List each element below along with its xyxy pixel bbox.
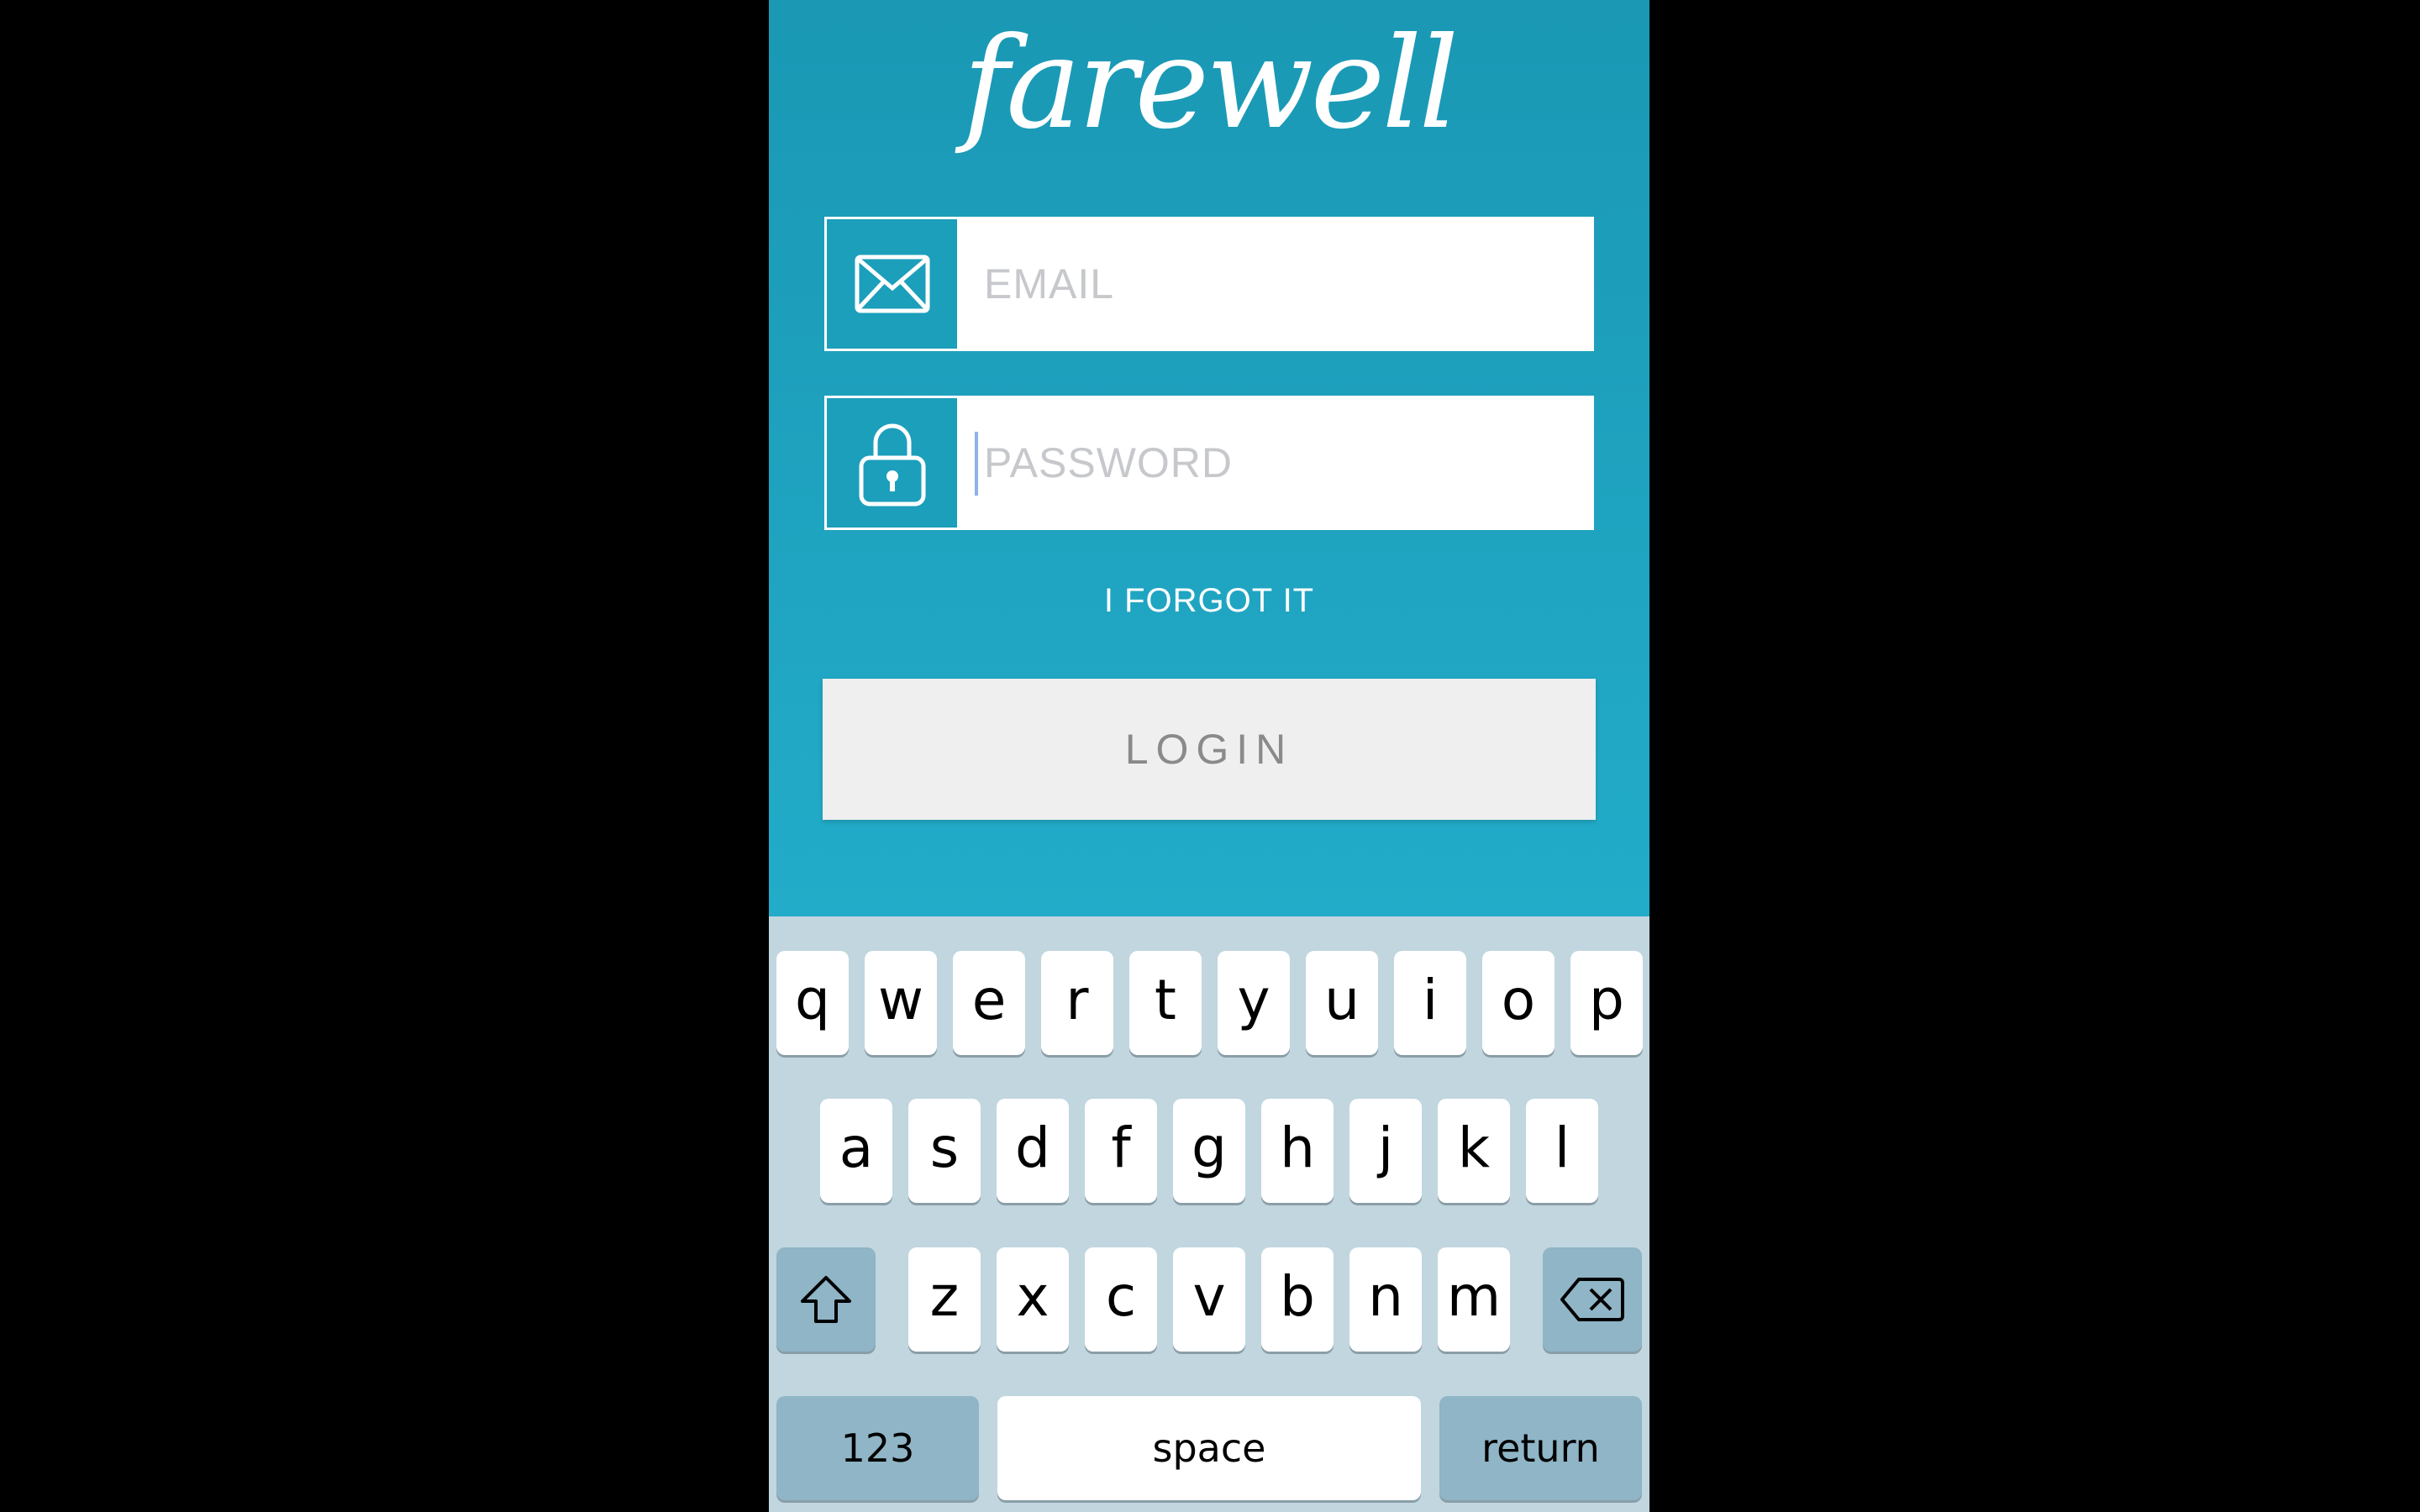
key-w[interactable]: w <box>865 951 937 1055</box>
screen: farewell EMAIL PASSWORD I FORGOT IT LOGI… <box>0 0 2420 1512</box>
key-i[interactable]: i <box>1394 951 1466 1055</box>
email-icon-box <box>827 219 957 349</box>
lock-icon <box>859 423 925 507</box>
password-icon-box <box>827 398 957 528</box>
numbers-key[interactable]: 123 <box>776 1396 979 1500</box>
phone-screen: farewell EMAIL PASSWORD I FORGOT IT LOGI… <box>769 0 1649 1512</box>
delete-key[interactable] <box>1543 1247 1642 1352</box>
key-k[interactable]: k <box>1438 1099 1510 1203</box>
key-l[interactable]: l <box>1526 1099 1598 1203</box>
key-q[interactable]: q <box>776 951 849 1055</box>
key-o[interactable]: o <box>1482 951 1555 1055</box>
key-n[interactable]: n <box>1349 1247 1422 1352</box>
login-screen: farewell EMAIL PASSWORD I FORGOT IT LOGI… <box>769 0 1649 916</box>
key-u[interactable]: u <box>1306 951 1378 1055</box>
shift-icon <box>801 1276 851 1323</box>
key-f[interactable]: f <box>1085 1099 1157 1203</box>
key-z[interactable]: z <box>908 1247 981 1352</box>
email-input[interactable]: EMAIL <box>984 219 1114 349</box>
key-j[interactable]: j <box>1349 1099 1422 1203</box>
delete-icon <box>1560 1278 1624 1321</box>
app-logo: farewell <box>962 11 1460 157</box>
return-key[interactable]: return <box>1439 1396 1642 1500</box>
key-p[interactable]: p <box>1570 951 1643 1055</box>
key-e[interactable]: e <box>953 951 1025 1055</box>
key-t[interactable]: t <box>1129 951 1202 1055</box>
login-button[interactable]: LOGIN <box>823 679 1596 820</box>
space-key[interactable]: space <box>997 1396 1421 1500</box>
shift-key[interactable] <box>776 1247 876 1352</box>
password-input[interactable]: PASSWORD <box>984 398 1233 528</box>
password-field[interactable]: PASSWORD <box>824 396 1594 530</box>
key-c[interactable]: c <box>1085 1247 1157 1352</box>
key-h[interactable]: h <box>1261 1099 1334 1203</box>
key-r[interactable]: r <box>1041 951 1113 1055</box>
key-d[interactable]: d <box>997 1099 1069 1203</box>
text-cursor <box>975 432 978 496</box>
key-g[interactable]: g <box>1173 1099 1245 1203</box>
key-m[interactable]: m <box>1438 1247 1510 1352</box>
key-x[interactable]: x <box>997 1247 1069 1352</box>
forgot-password-link[interactable]: I FORGOT IT <box>769 571 1649 630</box>
key-s[interactable]: s <box>908 1099 981 1203</box>
email-field[interactable]: EMAIL <box>824 217 1594 351</box>
key-y[interactable]: y <box>1218 951 1290 1055</box>
key-v[interactable]: v <box>1173 1247 1245 1352</box>
key-b[interactable]: b <box>1261 1247 1334 1352</box>
keyboard: q w e r t y u i o p a s d f g h j k l z … <box>769 916 1649 1512</box>
envelope-icon <box>855 255 929 313</box>
key-a[interactable]: a <box>820 1099 892 1203</box>
